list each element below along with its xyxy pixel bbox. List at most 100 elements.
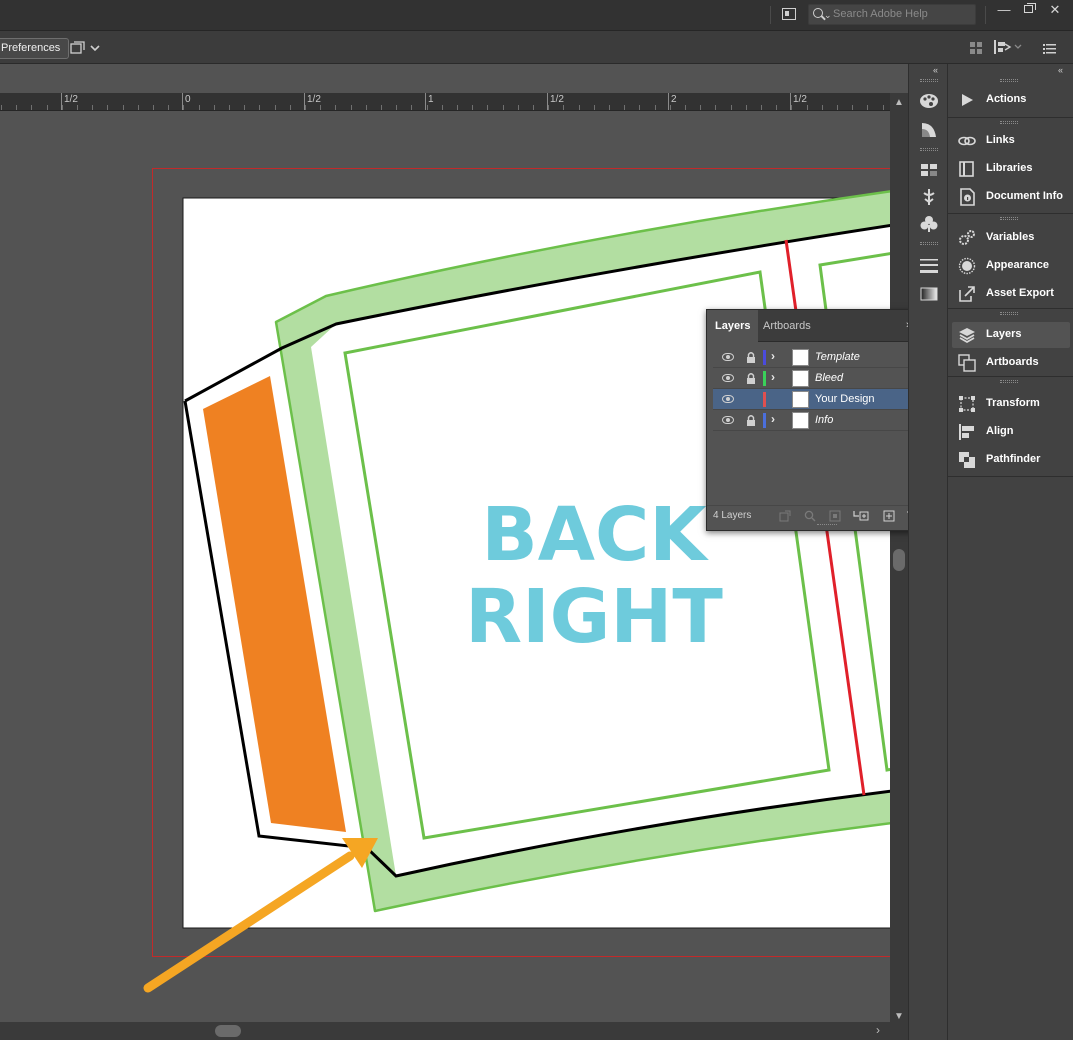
visibility-eye-icon[interactable]: [722, 416, 734, 424]
separator: [770, 6, 771, 24]
dock-item-libraries[interactable]: Libraries: [952, 156, 1070, 182]
design-text-right[interactable]: RIGHT: [465, 574, 723, 660]
brushes-icon[interactable]: [919, 187, 939, 207]
collapse-strip-icon[interactable]: «: [933, 65, 938, 75]
lock-icon[interactable]: [746, 351, 756, 364]
dock-item-label: Links: [986, 134, 1015, 146]
panel-group: Actions: [948, 76, 1073, 118]
dock-item-links[interactable]: Links: [952, 128, 1070, 154]
horizontal-scrollbar[interactable]: ›: [0, 1022, 890, 1040]
vertical-scrollbar[interactable]: ▲ ▼: [890, 93, 908, 1040]
layer-name[interactable]: Template: [815, 351, 860, 363]
align-options-icon[interactable]: [993, 39, 1025, 55]
expand-arrow-icon[interactable]: ›: [771, 412, 775, 426]
dock-item-actions[interactable]: Actions: [952, 87, 1070, 113]
preferences-button[interactable]: Preferences: [0, 38, 70, 59]
artboards-icon: [958, 354, 976, 372]
dock-item-label: Layers: [986, 328, 1022, 340]
color-guide-icon[interactable]: [919, 120, 939, 140]
restore-button[interactable]: [1016, 1, 1042, 19]
collapse-dock-icon[interactable]: «: [1058, 65, 1063, 75]
panel-grip[interactable]: [1000, 121, 1018, 124]
panel-grip[interactable]: [1000, 217, 1018, 220]
visibility-eye-icon[interactable]: [722, 353, 734, 361]
visibility-eye-icon[interactable]: [722, 374, 734, 382]
visibility-eye-icon[interactable]: [722, 395, 734, 403]
dock-item-layers[interactable]: Layers: [952, 322, 1070, 348]
panel-group: Transform Align Pathfinder: [948, 377, 1073, 477]
lock-icon[interactable]: [746, 414, 756, 427]
artwork[interactable]: BACK RIGHT: [0, 64, 890, 1022]
document-info-icon: [960, 188, 975, 206]
panel-grip[interactable]: [920, 242, 938, 245]
dock-item-label: Appearance: [986, 259, 1049, 271]
expand-arrow-icon[interactable]: ›: [771, 349, 775, 363]
stroke-icon[interactable]: [919, 256, 939, 276]
dock-item-label: Artboards: [986, 356, 1039, 368]
layer-name[interactable]: Bleed: [815, 372, 843, 384]
align-icon: [959, 424, 974, 440]
expand-arrow-icon[interactable]: ›: [771, 370, 775, 384]
appearance-icon: [958, 257, 976, 275]
control-bar: Preferences: [0, 31, 1073, 64]
close-icon: ✕: [1049, 2, 1061, 17]
new-sublayer-icon[interactable]: [853, 510, 869, 522]
panel-resize-grip[interactable]: [817, 524, 837, 527]
layer-color-swatch: [763, 350, 766, 365]
dock-item-artboards[interactable]: Artboards: [952, 350, 1070, 376]
dock-item-document-info[interactable]: Document Info: [952, 184, 1070, 210]
arrange-documents-icon[interactable]: [782, 8, 796, 20]
scroll-down-icon[interactable]: ▼: [894, 1011, 904, 1022]
panel-group: Variables Appearance Asset Export: [948, 214, 1073, 309]
dock-item-label: Libraries: [986, 162, 1033, 174]
dock-item-asset-export[interactable]: Asset Export: [952, 281, 1070, 307]
horizontal-scroll-thumb[interactable]: [215, 1025, 241, 1037]
layer-name[interactable]: Your Design: [815, 393, 875, 405]
scroll-right-icon[interactable]: ›: [876, 1023, 880, 1037]
variables-icon: [959, 230, 975, 245]
layer-color-swatch: [763, 371, 766, 386]
layer-thumbnail: [792, 370, 809, 387]
gradient-icon[interactable]: [919, 284, 939, 304]
close-window-button[interactable]: ✕: [1042, 1, 1068, 19]
clipping-mask-icon[interactable]: [829, 510, 841, 522]
dock-item-transform[interactable]: Transform: [952, 391, 1070, 417]
panel-grip[interactable]: [1000, 79, 1018, 82]
locate-object-icon[interactable]: [804, 510, 816, 522]
panel-grip[interactable]: [920, 79, 938, 82]
vertical-scroll-thumb[interactable]: [893, 549, 905, 571]
panel-menu-icon[interactable]: [1043, 41, 1056, 54]
scroll-up-icon[interactable]: ▲: [894, 97, 904, 108]
dock-item-pathfinder[interactable]: Pathfinder: [952, 447, 1070, 473]
minimize-button[interactable]: —: [991, 1, 1017, 19]
links-icon: [958, 136, 976, 146]
right-panel-dock: « Actions Links Libraries Document Info: [948, 64, 1073, 1040]
layer-name[interactable]: Info: [815, 414, 833, 426]
tab-artboards[interactable]: Artboards: [755, 310, 819, 342]
panel-group: Links Libraries Document Info: [948, 118, 1073, 214]
dock-item-variables[interactable]: Variables: [952, 225, 1070, 251]
export-icon[interactable]: [779, 510, 791, 522]
collapsed-panel-strip: «: [908, 64, 948, 1040]
layer-thumbnail: [792, 391, 809, 408]
tab-layers[interactable]: Layers: [707, 310, 759, 342]
swatches-icon[interactable]: [919, 160, 939, 180]
dock-item-appearance[interactable]: Appearance: [952, 253, 1070, 279]
symbols-icon[interactable]: [919, 214, 939, 234]
lock-toggle[interactable]: [746, 393, 756, 406]
design-text-back[interactable]: BACK: [481, 492, 709, 578]
dock-item-label: Transform: [986, 397, 1040, 409]
dock-item-align[interactable]: Align: [952, 419, 1070, 445]
color-palette-icon[interactable]: [919, 91, 939, 111]
panel-grip[interactable]: [1000, 312, 1018, 315]
isolate-icon[interactable]: [970, 41, 982, 54]
panel-grip[interactable]: [1000, 380, 1018, 383]
panel-grip[interactable]: [920, 148, 938, 151]
lock-icon[interactable]: [746, 372, 756, 385]
new-layer-icon[interactable]: [883, 510, 895, 522]
transform-icon: [959, 396, 975, 412]
document-canvas[interactable]: 1/2 0 1/2 1 1/2 2 1/2 BACK RIGHT ▲ ▼ ›: [0, 64, 908, 1040]
search-help-input[interactable]: ⌄ Search Adobe Help: [808, 4, 976, 25]
transform-options-icon[interactable]: [70, 40, 100, 56]
dock-item-label: Pathfinder: [986, 453, 1041, 465]
